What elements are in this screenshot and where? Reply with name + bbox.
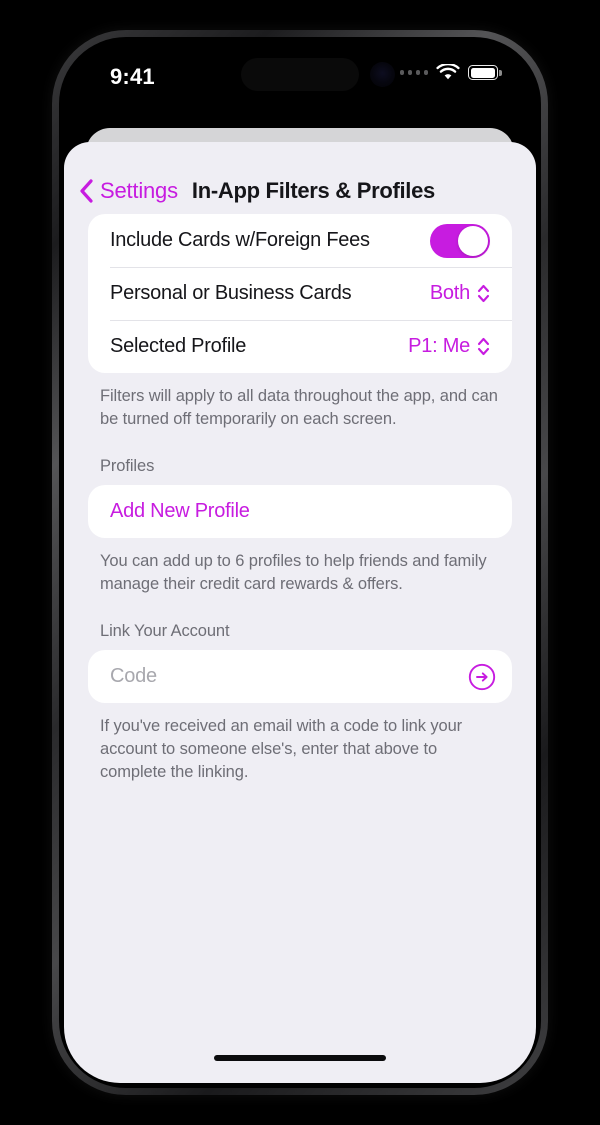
link-account-card [88, 650, 512, 703]
arrow-right-circle-icon[interactable] [468, 663, 496, 691]
row-label: Selected Profile [110, 335, 247, 357]
link-account-section-header: Link Your Account [100, 622, 230, 640]
row-include-foreign-fees[interactable]: Include Cards w/Foreign Fees [88, 214, 512, 267]
code-input[interactable] [110, 665, 468, 688]
navigation-bar: Settings In-App Filters & Profiles [64, 142, 536, 214]
page-title: In-App Filters & Profiles [191, 178, 435, 203]
battery-icon [468, 65, 502, 80]
status-bar-indicators [399, 64, 502, 81]
personal-business-menu[interactable]: Both [430, 282, 490, 305]
row-personal-or-business[interactable]: Personal or Business Cards Both [88, 267, 512, 320]
chevron-up-down-icon [477, 336, 490, 357]
chevron-left-icon [78, 178, 94, 204]
menu-value: P1: Me [408, 335, 470, 357]
wifi-icon [436, 64, 460, 81]
settings-content: Include Cards w/Foreign Fees Personal or… [64, 214, 536, 784]
row-selected-profile[interactable]: Selected Profile P1: Me [88, 320, 512, 373]
menu-value: Both [429, 282, 470, 304]
back-to-settings-button[interactable]: Settings [78, 178, 178, 204]
status-bar: 9:41 [64, 42, 536, 104]
back-label: Settings [100, 178, 178, 203]
home-indicator[interactable] [214, 1055, 386, 1061]
status-bar-time: 9:41 [110, 64, 155, 89]
foreign-fees-toggle[interactable] [430, 223, 490, 258]
toggle-knob [458, 225, 488, 256]
profiles-group-card: Add New Profile [88, 485, 512, 538]
filters-group-card: Include Cards w/Foreign Fees Personal or… [88, 214, 512, 373]
front-camera-icon [370, 62, 395, 87]
phone-screen: 9:41 Settings In-App Filters & Profiles … [64, 42, 536, 1083]
link-account-footnote: If you've received an email with a code … [100, 717, 463, 781]
settings-sheet: Settings In-App Filters & Profiles Inclu… [64, 142, 536, 1083]
filters-footnote: Filters will apply to all data throughou… [100, 387, 498, 428]
selected-profile-menu[interactable]: P1: Me [408, 335, 490, 358]
row-label: Personal or Business Cards [110, 282, 352, 304]
chevron-up-down-icon [477, 283, 490, 304]
cellular-dots-icon [399, 70, 428, 75]
add-new-profile-button[interactable]: Add New Profile [88, 485, 512, 538]
add-new-profile-label: Add New Profile [110, 500, 250, 522]
dynamic-island [241, 58, 359, 91]
profiles-section-header: Profiles [100, 457, 155, 475]
phone-device-frame: 9:41 Settings In-App Filters & Profiles … [52, 30, 548, 1095]
profiles-footnote: You can add up to 6 profiles to help fri… [100, 552, 487, 593]
code-field-row [88, 650, 512, 703]
row-label: Include Cards w/Foreign Fees [110, 229, 370, 251]
